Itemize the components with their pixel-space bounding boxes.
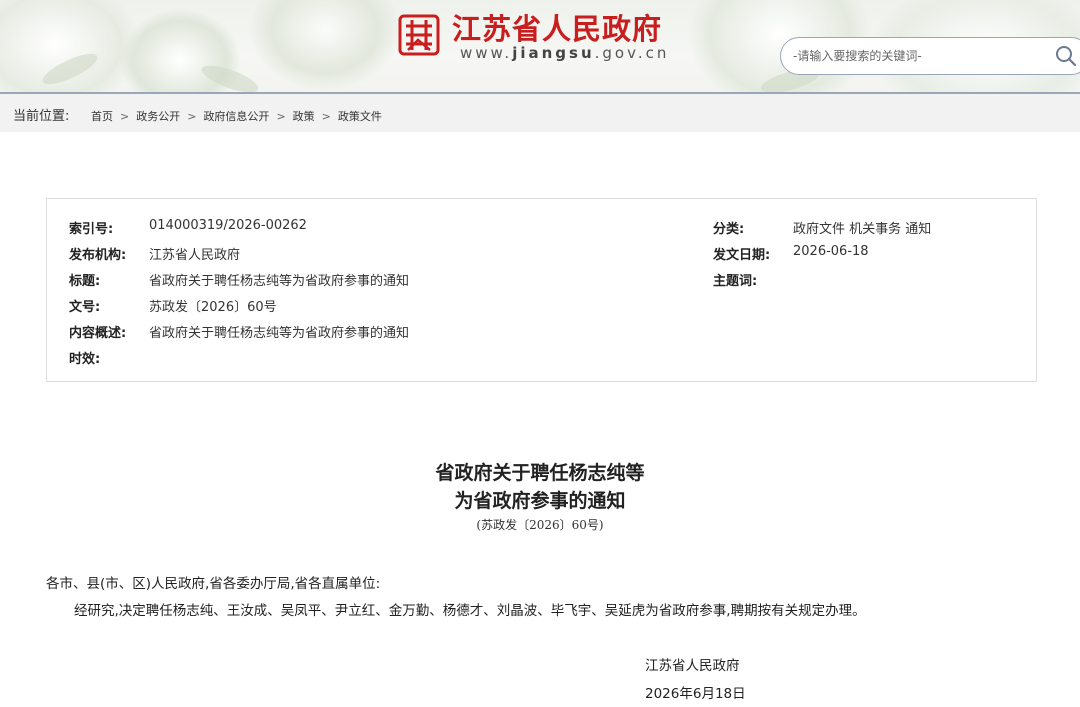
- breadcrumb: 当前位置: 首页 > 政务公开 > 政府信息公开 > 政策 > 政策文件: [0, 92, 1080, 132]
- meta-key: 文号:: [69, 300, 101, 315]
- meta-key: 分类:: [713, 222, 745, 237]
- breadcrumb-separator: >: [276, 110, 286, 123]
- meta-value: 2026-06-18: [793, 244, 869, 259]
- article-title-line-2: 为省政府参事的通知: [454, 490, 626, 512]
- breadcrumb-item-policy-docs[interactable]: 政策文件: [338, 110, 382, 123]
- article-body: 经研究,决定聘任杨志纯、王汝成、吴凤平、尹立红、金万勤、杨德才、刘晶波、毕飞宇、…: [74, 603, 866, 619]
- meta-value: 014000319/2026-00262: [149, 218, 307, 233]
- meta-key: 发文日期:: [713, 248, 771, 263]
- site-url-prefix: www.: [460, 44, 513, 62]
- search-icon[interactable]: [1055, 45, 1077, 67]
- breadcrumb-item-gov-info[interactable]: 政府信息公开: [203, 110, 269, 123]
- article-salutation: 各市、县(市、区)人民政府,省各委办厅局,省各直属单位:: [46, 576, 381, 592]
- meta-value: 苏政发〔2026〕60号: [149, 300, 277, 315]
- meta-key: 标题:: [69, 274, 101, 289]
- meta-value: 政府文件 机关事务 通知: [793, 222, 932, 237]
- breadcrumb-item-gov-affairs[interactable]: 政务公开: [136, 110, 180, 123]
- meta-value: 省政府关于聘任杨志纯等为省政府参事的通知: [149, 274, 410, 289]
- meta-value: 江苏省人民政府: [149, 248, 241, 263]
- meta-key: 时效:: [69, 352, 101, 367]
- header-flower-decoration: [250, 0, 400, 90]
- article-signature: 江苏省人民政府: [645, 658, 740, 674]
- breadcrumb-separator: >: [187, 110, 197, 123]
- site-url-domain: jiangsu: [512, 44, 595, 62]
- site-url-suffix: .gov.cn: [594, 44, 670, 62]
- breadcrumb-label: 当前位置:: [13, 109, 70, 124]
- search-box: [780, 37, 1080, 75]
- site-url[interactable]: www.jiangsu.gov.cn: [460, 44, 669, 62]
- site-name[interactable]: 江苏省人民政府: [452, 6, 662, 46]
- meta-value: 省政府关于聘任杨志纯等为省政府参事的通知: [149, 326, 410, 341]
- breadcrumb-item-policy[interactable]: 政策: [293, 110, 315, 123]
- meta-key: 主题词:: [713, 274, 758, 289]
- breadcrumb-trail: 首页 > 政务公开 > 政府信息公开 > 政策 > 政策文件: [91, 108, 382, 124]
- site-header: 江苏省人民政府 www.jiangsu.gov.cn: [0, 0, 1080, 92]
- article-date: 2026年6月18日: [645, 686, 746, 702]
- search-input[interactable]: [793, 46, 1033, 66]
- breadcrumb-item-home[interactable]: 首页: [91, 110, 113, 123]
- article-doc-number: (苏政发〔2026〕60号): [476, 518, 604, 532]
- article-title-line-1: 省政府关于聘任杨志纯等: [435, 462, 645, 484]
- meta-key: 内容概述:: [69, 326, 127, 341]
- breadcrumb-separator: >: [120, 110, 130, 123]
- meta-key: 发布机构:: [69, 248, 127, 263]
- meta-key: 索引号:: [69, 222, 114, 237]
- jiangsu-emblem-icon[interactable]: [398, 14, 440, 56]
- breadcrumb-separator: >: [321, 110, 331, 123]
- document-meta-box: 索引号: 014000319/2026-00262 发布机构: 江苏省人民政府 …: [46, 198, 1037, 382]
